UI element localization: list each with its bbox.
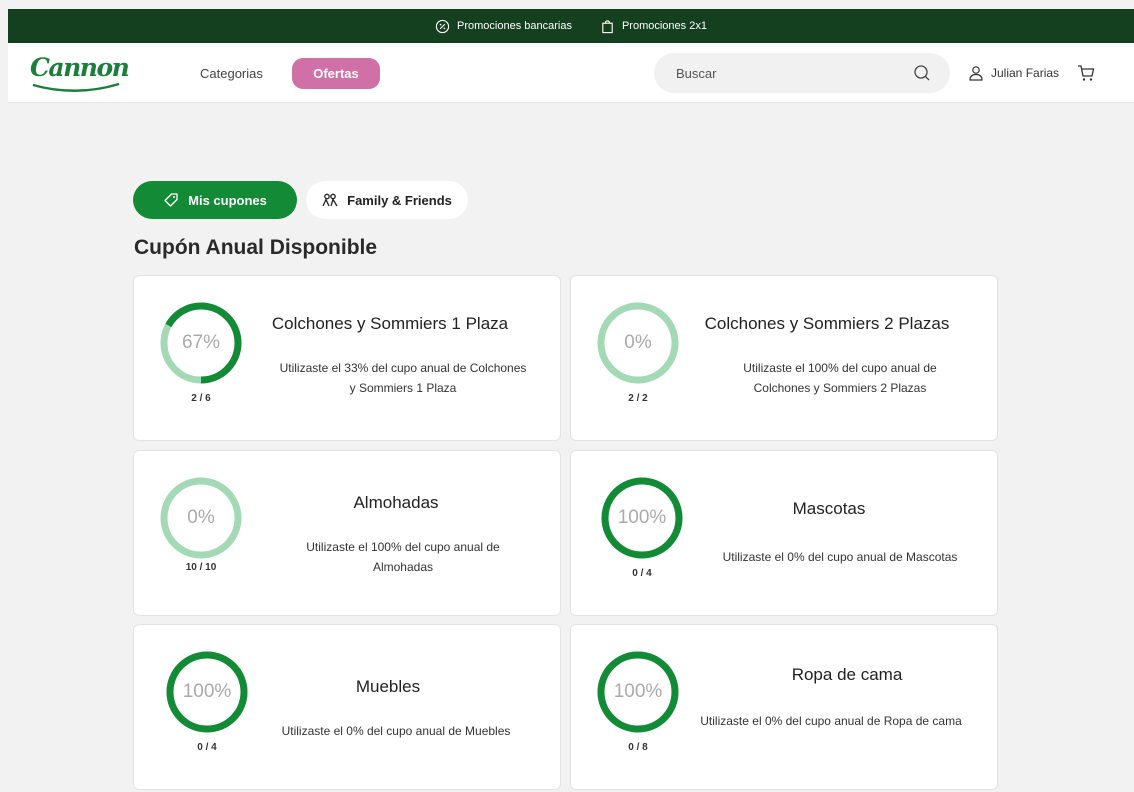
coupon-description: Utilizaste el 100% del cupo anual de Col… [743, 361, 937, 395]
coupon-percent: 0% [624, 332, 652, 353]
user-account-link[interactable]: Julian Farias [968, 65, 1059, 81]
page-title: Cupón Anual Disponible [134, 236, 378, 259]
coupon-title: Colchones y Sommiers 2 Plazas [704, 314, 950, 333]
promo-2x1-link[interactable]: Promociones 2x1 [600, 19, 707, 34]
user-name: Julian Farias [991, 66, 1060, 80]
coupon-description: Utilizaste el 0% del cupo anual de Ropa … [700, 714, 962, 728]
search-box [654, 53, 950, 93]
coupon-card: 0% 2 / 2 Colchones y Sommiers 2 Plazas Util… [570, 275, 998, 441]
user-icon [969, 66, 983, 81]
coupon-percent: 0% [187, 507, 215, 528]
coupon-fraction: 10 / 10 [185, 562, 217, 573]
search-input[interactable] [676, 53, 906, 93]
search-icon[interactable] [913, 64, 931, 82]
coupon-percent: 100% [617, 507, 667, 528]
people-icon [322, 193, 338, 207]
coupon-description: Utilizaste el 100% del cupo anual de Alm… [306, 540, 500, 574]
promo-bancarias-link[interactable]: Promociones bancarias [435, 19, 572, 34]
coupon-title: Colchones y Sommiers 1 Plaza [271, 314, 509, 333]
logo-text: Cannon [30, 53, 130, 82]
percent-badge-icon [435, 19, 450, 33]
cannon-logo[interactable]: Cannon [30, 53, 130, 95]
tab-mis-cupones[interactable]: Mis cupones [133, 181, 297, 219]
cart-icon[interactable] [1076, 63, 1096, 83]
nav-ofertas-button[interactable]: Ofertas [292, 58, 380, 89]
logo-swoosh-icon [32, 82, 120, 92]
promo-2x1-label: Promociones 2x1 [621, 20, 707, 32]
coupon-card: 67% 2 / 6 Colchones y Sommiers 1 Plaza Util… [133, 275, 561, 441]
tab-mis-cupones-label: Mis cupones [188, 192, 267, 208]
site-header: Cannon Categorias Ofertas Julian Farias [8, 43, 1134, 103]
coupon-fraction: 0 / 8 [628, 742, 648, 753]
coupon-title: Muebles [355, 677, 421, 696]
promo-bancarias-label: Promociones bancarias [457, 20, 572, 32]
nav-categorias[interactable]: Categorias [200, 66, 263, 81]
tag-icon [164, 193, 178, 207]
coupon-percent: 100% [182, 681, 232, 702]
coupon-percent: 100% [613, 681, 663, 702]
tab-family-friends-label: Family & Friends [347, 192, 452, 208]
tab-family-friends[interactable]: Family & Friends [306, 181, 468, 219]
coupon-fraction: 0 / 4 [197, 742, 217, 753]
coupon-title: Mascotas [792, 499, 866, 518]
coupon-card: 100% 0 / 8 Ropa de cama Utilizaste el 0% de… [570, 624, 998, 790]
coupon-title: Ropa de cama [791, 665, 903, 684]
promo-bar: Promociones bancarias Promociones 2x1 [8, 9, 1134, 43]
coupon-description: Utilizaste el 0% del cupo anual de Muebl… [281, 724, 511, 738]
coupon-card: 0% 10 / 10 Almohadas Utilizaste el 100% del… [133, 450, 561, 616]
coupon-description: Utilizaste el 0% del cupo anual de Masco… [722, 550, 958, 564]
coupon-percent: 67% [181, 332, 221, 353]
coupon-card: 100% 0 / 4 Mascotas Utilizaste el 0% del cu… [570, 450, 998, 616]
coupon-card: 100% 0 / 4 Muebles Utilizaste el 0% del cup… [133, 624, 561, 790]
coupon-fraction: 2 / 2 [628, 393, 648, 404]
coupon-fraction: 0 / 4 [632, 568, 652, 579]
coupon-description: Utilizaste el 33% del cupo anual de Colc… [279, 361, 527, 395]
coupon-title: Almohadas [353, 493, 439, 512]
shopping-bag-icon [602, 19, 613, 33]
coupon-fraction: 2 / 6 [191, 393, 211, 404]
